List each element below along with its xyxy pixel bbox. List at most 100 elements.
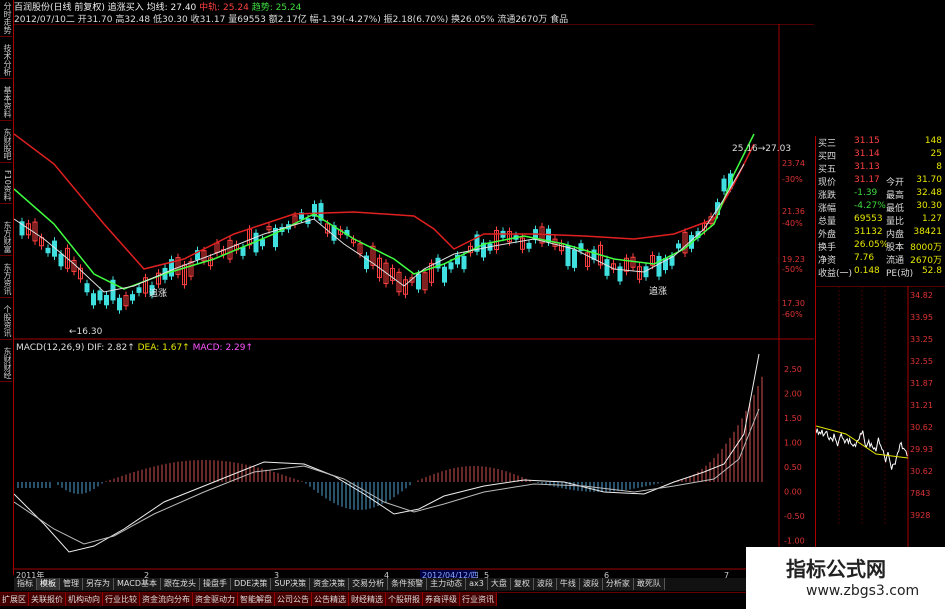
quote-value: 0.148	[854, 266, 880, 276]
candle-body	[97, 290, 103, 301]
toolbar-tab-6[interactable]: 东方资讯	[0, 261, 12, 298]
indicator-tab[interactable]: 跟在龙头	[160, 578, 200, 590]
extension-tab[interactable]: 智能解盘	[238, 593, 275, 606]
extension-tab[interactable]: 资金驱动力	[193, 593, 238, 606]
kline-chart[interactable]: 23.74 -30% 21.36 -40% 19.23-50% 17.30 -60% ←16…	[14, 24, 814, 579]
extension-tab[interactable]: 资金流向分布	[140, 593, 193, 606]
quote-label: 收益(一)	[818, 269, 853, 279]
extension-tab[interactable]: 行业比较	[103, 593, 140, 606]
macd-axis-label: 0.50	[784, 463, 802, 472]
quote-row: 买五 31.13 8	[816, 162, 945, 175]
indicator-tab[interactable]: 主力动态	[427, 578, 467, 590]
indicator-tab[interactable]: 资金决策	[310, 578, 350, 590]
indicator-tab[interactable]: 指标	[14, 578, 37, 590]
indicator-tab[interactable]: 大盘	[487, 578, 511, 590]
left-toolbar: 分时走势技术分析基本资料东财股吧 F10资料东方财富东方资讯个股资讯东财财经	[0, 0, 14, 575]
candle-body	[58, 253, 64, 267]
candle-body	[416, 273, 421, 290]
indicator-tab[interactable]: 另存为	[83, 578, 114, 590]
mini-axis-label: 33.95	[910, 313, 933, 322]
quote-label: 换手	[818, 243, 837, 253]
quote-row: 总量 69553 量比 1.27	[816, 214, 945, 227]
quote-value: 26.05%	[854, 240, 889, 250]
toolbar-tab-2[interactable]: 基本资料	[0, 84, 12, 121]
indicator-tab[interactable]: 波段	[533, 578, 557, 590]
price-axis-label: -40%	[782, 219, 803, 228]
quote-label2: 今开	[886, 178, 905, 188]
toolbar-tab-0[interactable]: 分时走势	[0, 0, 12, 37]
macd-title-part-1: DIF: 2.82↑	[87, 343, 137, 353]
extension-tab[interactable]: 公司公告	[275, 593, 312, 606]
quote-value2: 30.30	[916, 201, 942, 211]
indicator-tab[interactable]: SUP决策	[271, 578, 311, 590]
extension-tab[interactable]: 扩展区	[0, 593, 29, 606]
indicator-tab[interactable]: 波段	[579, 578, 603, 590]
quote-label: 买五	[818, 165, 837, 175]
quote-label: 净资	[818, 256, 837, 266]
indicator-tab[interactable]: 分析家	[602, 578, 634, 590]
macd-title-part-3: MACD: 2.29↑	[193, 343, 253, 353]
candle-body	[676, 243, 681, 249]
quote-value2: 52.8	[921, 266, 942, 276]
indicator-tab[interactable]: ax3	[466, 578, 488, 590]
indicator-tab[interactable]: 牛线	[556, 578, 580, 590]
extension-tab[interactable]: 个股研报	[386, 593, 423, 606]
extension-tab[interactable]: 财经精选	[349, 593, 386, 606]
indicator-tab[interactable]: 条件预警	[388, 578, 428, 590]
price-axis: 23.74 -30% 21.36 -40% 19.23-50% 17.30 -60%	[782, 159, 805, 319]
chart-header-line2: 2012/07/10二 开31.70 高32.48 低30.30 收31.17 …	[14, 15, 569, 25]
quote-value: 69553	[854, 214, 883, 224]
toolbar-tab-5[interactable]: 东方财富	[0, 219, 12, 256]
indicator-tab[interactable]: MACD基本	[114, 578, 161, 590]
macd-axis-label: 1.50	[784, 414, 802, 423]
extension-tab[interactable]: 关联报价	[29, 593, 66, 606]
candle-body	[45, 247, 51, 254]
indicator-tab[interactable]: 复权	[510, 578, 534, 590]
quote-label: 涨幅	[818, 204, 837, 214]
indicator-tab[interactable]: DDE决策	[230, 578, 272, 590]
extension-tab[interactable]: 机构动向	[66, 593, 103, 606]
macd-title-part-0: MACD(12,26,9)	[16, 343, 87, 353]
candle-body	[721, 178, 727, 192]
indicator-tab[interactable]: 模板	[37, 578, 60, 590]
quote-row: 涨幅 -4.27% 最低 30.30	[816, 201, 945, 214]
quote-value2: 25	[930, 149, 942, 159]
macd-axis-label: -0.50	[784, 512, 805, 521]
indicator-tab[interactable]: 管理	[60, 578, 83, 590]
toolbar-tab-1[interactable]: 技术分析	[0, 42, 12, 79]
quote-value2: 1.27	[921, 214, 942, 224]
quote-row: 买四 31.14 25	[816, 149, 945, 162]
quote-row: 净资 7.76 流通 2670万	[816, 253, 945, 266]
quote-value2: 8000万	[910, 243, 942, 253]
watermark-logo: 指标公式网 www.zbgs3.com	[746, 547, 945, 609]
extension-tab[interactable]: 行业资讯	[460, 593, 497, 606]
mini-axis-label: 34.82	[910, 291, 933, 300]
quote-value: -4.27%	[854, 201, 886, 211]
quote-label: 买四	[818, 152, 837, 162]
extension-tab[interactable]: 券商评级	[423, 593, 460, 606]
toolbar-tab-8[interactable]: 东财财经	[0, 345, 12, 382]
indicator-tab[interactable]: 敢死队	[633, 578, 665, 590]
toolbar-tab-7[interactable]: 个股资讯	[0, 303, 12, 340]
quote-value: -1.39	[854, 188, 878, 198]
quote-label2: 最低	[886, 204, 905, 214]
indicator-tab[interactable]: 操盘手	[199, 578, 231, 590]
quote-label2: 内盘	[886, 230, 905, 240]
mini-axis-label: 33.25	[910, 335, 933, 344]
intraday-mini-chart[interactable]: 34.82 33.95 33.25 32.55 31.87 31.21 30.62 29.93…	[816, 286, 945, 576]
quote-label2: 流通	[886, 256, 905, 266]
toolbar-tab-3[interactable]: 东财股吧	[0, 126, 12, 163]
candle-body	[565, 245, 571, 267]
mini-axis-label: 31.87	[910, 379, 933, 388]
dif-line	[14, 353, 760, 553]
signal-label-2: 追涨	[649, 285, 667, 297]
macd-title-part-2: DEA: 1.67↑	[138, 343, 193, 353]
indicator-tab[interactable]: 交易分析	[349, 578, 389, 590]
macd-axis: 2.50 2.00 1.50 1.00 0.50 0.00 -0.50 -1.00	[784, 365, 805, 546]
toolbar-tab-4[interactable]: F10资料	[0, 168, 12, 204]
quote-label2: 最高	[886, 191, 905, 201]
price-axis-label: 21.36	[782, 207, 805, 216]
extension-tab[interactable]: 公告精选	[312, 593, 349, 606]
quote-value2: 31.70	[916, 175, 942, 185]
macd-axis-label: 2.50	[784, 365, 802, 374]
